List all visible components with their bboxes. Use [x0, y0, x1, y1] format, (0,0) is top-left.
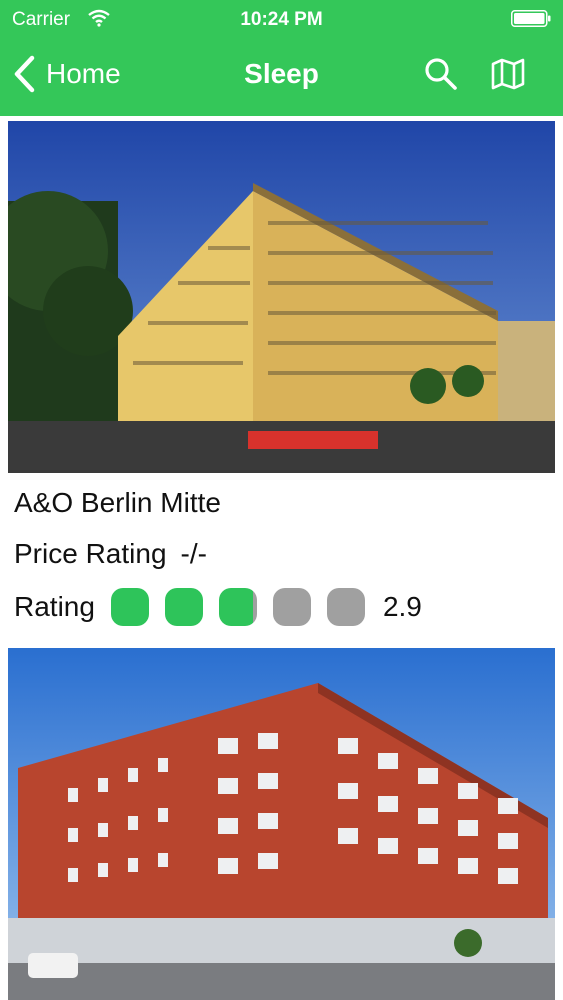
- navigation-bar: Home Sleep: [0, 42, 563, 112]
- rating-row: Rating 2.9: [14, 588, 422, 626]
- hotel-card[interactable]: [8, 648, 555, 1000]
- rating-dot: [218, 588, 257, 626]
- hotel-photo: [8, 648, 555, 1000]
- price-rating-row: Price Rating -/-: [14, 538, 207, 570]
- search-icon[interactable]: [423, 56, 459, 92]
- rating-label: Rating: [14, 591, 95, 622]
- rating-dot: [164, 588, 203, 626]
- clock: 10:24 PM: [240, 9, 323, 30]
- top-bar: Carrier 10:24 PM Home Sleep: [0, 0, 563, 116]
- rating-dots: [95, 588, 365, 626]
- rating-dot: [110, 588, 149, 626]
- hotel-name: A&O Berlin Mitte: [14, 487, 221, 518]
- rating-value: 2.9: [382, 591, 422, 622]
- map-icon[interactable]: [490, 56, 526, 92]
- status-bar: Carrier 10:24 PM: [0, 0, 563, 40]
- page-title: Sleep: [244, 58, 319, 89]
- rating-dot: [272, 588, 311, 626]
- battery-icon: [511, 10, 551, 27]
- rating-dot: [326, 588, 365, 626]
- hotel-photo: [8, 121, 555, 473]
- price-rating-label: Price Rating: [14, 538, 167, 569]
- price-rating-value: -/-: [180, 538, 207, 569]
